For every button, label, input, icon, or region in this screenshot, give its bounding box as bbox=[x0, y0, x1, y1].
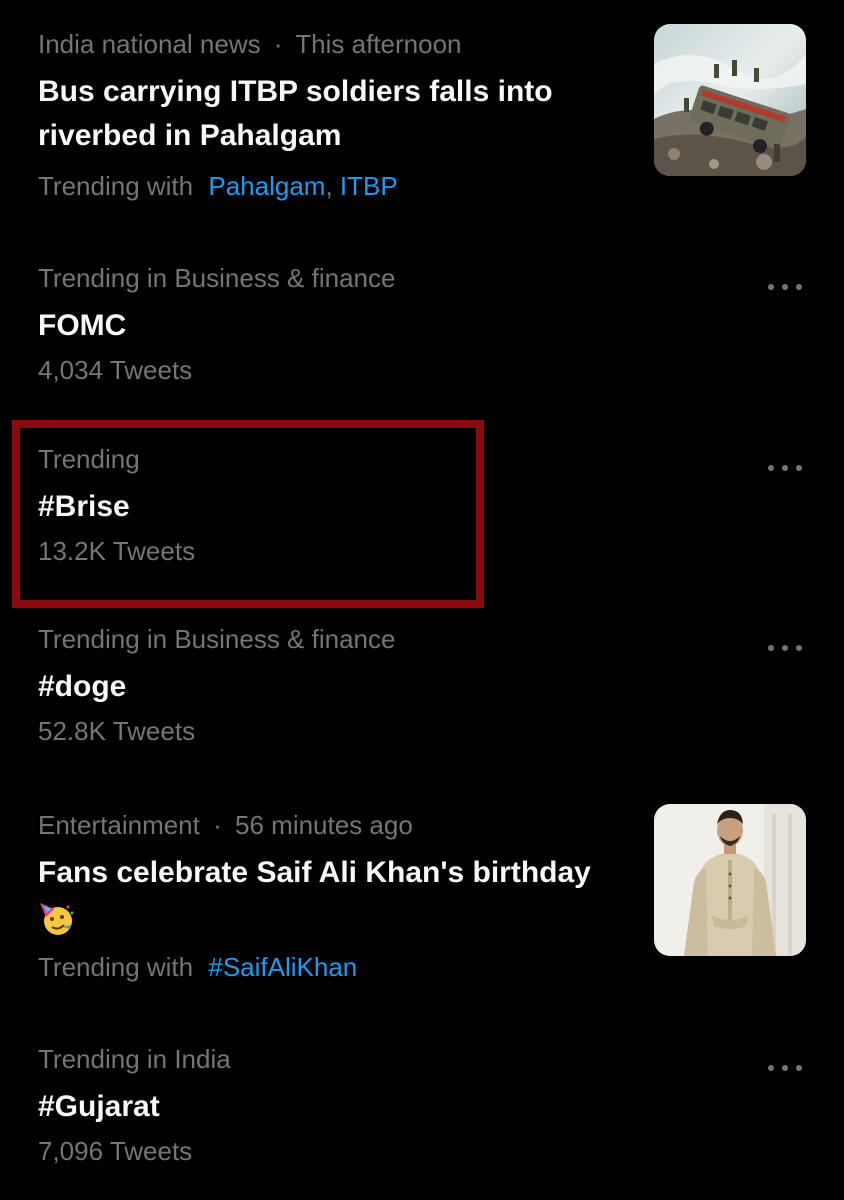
trend-item-saif-birthday[interactable]: Entertainment · 56 minutes ago Fans cele… bbox=[38, 809, 638, 983]
meta-separator: · bbox=[273, 29, 283, 59]
trend-time: This afternoon bbox=[295, 29, 462, 59]
trending-with: Trending with #SaifAliKhan bbox=[38, 951, 638, 983]
trend-source: India national news bbox=[38, 29, 261, 59]
tweet-count: 7,096 Tweets bbox=[38, 1136, 193, 1166]
bus-accident-thumbnail[interactable] bbox=[654, 24, 806, 176]
trend-title-text: Fans celebrate Saif Ali Khan's birthday bbox=[38, 856, 591, 889]
trending-with-label: Trending with bbox=[38, 171, 194, 201]
trend-item-fomc[interactable]: Trending in Business & finance FOMC 4,03… bbox=[38, 262, 798, 386]
saif-ali-khan-photo bbox=[654, 804, 806, 956]
trend-title: Fans celebrate Saif Ali Khan's birthday bbox=[38, 851, 638, 939]
trend-category: Trending in India bbox=[38, 1044, 231, 1074]
trend-category: Trending in Business & finance bbox=[38, 263, 396, 293]
meta-separator: · bbox=[213, 810, 222, 840]
trend-category: Trending in Business & finance bbox=[38, 624, 396, 654]
trend-meta: India national news · This afternoon bbox=[38, 28, 638, 60]
more-icon[interactable] bbox=[768, 642, 802, 654]
more-icon[interactable] bbox=[768, 281, 802, 293]
trend-source: Entertainment bbox=[38, 810, 200, 840]
trending-link-pahalgam[interactable]: Pahalgam bbox=[208, 171, 325, 201]
trend-time: 56 minutes ago bbox=[235, 810, 413, 840]
trend-title: Bus carrying ITBP soldiers falls into ri… bbox=[38, 75, 553, 152]
trend-item-doge[interactable]: Trending in Business & finance #doge 52.… bbox=[38, 623, 798, 747]
trend-item-gujarat[interactable]: Trending in India #Gujarat 7,096 Tweets bbox=[38, 1043, 798, 1167]
trending-with: Trending with Pahalgam, ITBP bbox=[38, 170, 638, 202]
trend-category: Trending bbox=[38, 444, 140, 474]
trending-link-saifalikhan[interactable]: #SaifAliKhan bbox=[208, 952, 357, 982]
trend-title: FOMC bbox=[38, 309, 127, 342]
trend-item-bus-accident[interactable]: India national news · This afternoon Bus… bbox=[38, 28, 638, 202]
trend-title: #Gujarat bbox=[38, 1090, 160, 1123]
trend-item-brise[interactable]: Trending #Brise 13.2K Tweets bbox=[38, 443, 798, 567]
trend-title: #Brise bbox=[38, 490, 130, 523]
tweet-count: 13.2K Tweets bbox=[38, 536, 196, 566]
trend-title: #doge bbox=[38, 670, 127, 703]
party-face-icon bbox=[38, 899, 76, 937]
link-separator: , bbox=[325, 171, 333, 201]
more-icon[interactable] bbox=[768, 462, 802, 474]
trending-with-label: Trending with bbox=[38, 952, 194, 982]
tweet-count: 4,034 Tweets bbox=[38, 355, 193, 385]
trend-meta: Entertainment · 56 minutes ago bbox=[38, 809, 638, 841]
saif-ali-khan-thumbnail[interactable] bbox=[654, 804, 806, 956]
more-icon[interactable] bbox=[768, 1062, 802, 1074]
trending-link-itbp[interactable]: ITBP bbox=[340, 171, 398, 201]
bus-accident-photo bbox=[654, 24, 806, 176]
tweet-count: 52.8K Tweets bbox=[38, 716, 196, 746]
